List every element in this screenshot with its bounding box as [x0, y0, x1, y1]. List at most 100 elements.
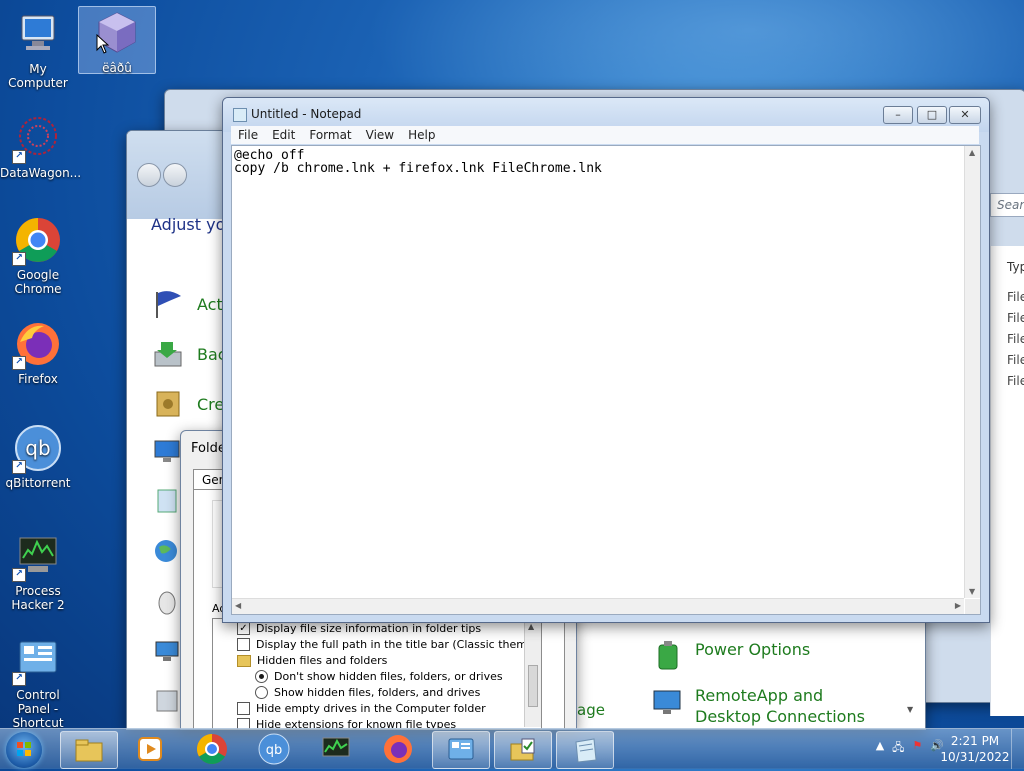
- checkbox[interactable]: [237, 638, 250, 651]
- taskbar-qbittorrent[interactable]: qb: [246, 731, 302, 767]
- flag-icon: [151, 288, 185, 320]
- scroll-down-arrow[interactable]: ▼: [969, 587, 975, 596]
- explorer-search-input[interactable]: Searc: [990, 193, 1024, 217]
- firefox-icon: [384, 735, 412, 763]
- control-panel-icon: ↗: [12, 636, 62, 686]
- desktop-icon-process-hacker[interactable]: ↗ Process Hacker 2: [0, 530, 76, 612]
- menu-file[interactable]: File: [231, 126, 265, 144]
- clock-time: 2:21 PM: [950, 734, 1000, 748]
- advanced-settings-list[interactable]: ✓ Display file size information in folder…: [212, 618, 542, 730]
- chrome-icon: [196, 734, 227, 765]
- file-type-cell: File: [1007, 353, 1024, 367]
- menu-edit[interactable]: Edit: [265, 126, 302, 144]
- windows-logo-icon: [17, 742, 31, 756]
- network-icon[interactable]: 🖧: [892, 739, 904, 758]
- notepad-window[interactable]: Untitled - Notepad – □ ✕ File Edit Forma…: [222, 97, 990, 623]
- desktop-icon-qbittorrent[interactable]: qb ↗ qBittorrent: [0, 422, 76, 490]
- vertical-scrollbar[interactable]: ▲ ▼: [964, 146, 980, 598]
- taskbar-notepad[interactable]: [556, 731, 614, 769]
- cp-item-partial[interactable]: age: [577, 701, 605, 719]
- menu-bar: File Edit Format View Help: [231, 126, 979, 144]
- close-button[interactable]: ✕: [949, 106, 981, 124]
- scroll-up-arrow[interactable]: ▲: [969, 148, 975, 157]
- taskbar-process-hacker[interactable]: [308, 731, 364, 767]
- folder-icon: [237, 654, 251, 667]
- horizontal-scrollbar[interactable]: ◀ ▶: [232, 598, 964, 614]
- radio-selected[interactable]: [255, 670, 268, 683]
- scroll-left-arrow[interactable]: ◀: [235, 601, 241, 610]
- desktop-icon-google-chrome[interactable]: ↗ Google Chrome: [0, 214, 76, 296]
- setting-full-path[interactable]: Display the full path in the title bar (…: [237, 638, 541, 651]
- control-panel-icon: [448, 738, 474, 760]
- radio[interactable]: [255, 686, 268, 699]
- qbittorrent-icon: qb: [258, 733, 290, 765]
- cp-item-label[interactable]: RemoteApp and Desktop Connections: [695, 685, 891, 727]
- setting-show-hidden[interactable]: Show hidden files, folders, and drives: [255, 686, 480, 699]
- show-hidden-icons-icon[interactable]: ▲: [876, 739, 884, 758]
- taskbar-firefox[interactable]: [370, 731, 426, 767]
- cp-item-credential[interactable]: Cre: [151, 387, 224, 421]
- menu-format[interactable]: Format: [302, 126, 358, 144]
- scroll-right-arrow[interactable]: ▶: [955, 601, 961, 610]
- qbittorrent-icon: qb ↗: [12, 424, 62, 474]
- cp-item-label[interactable]: Power Options: [695, 639, 810, 660]
- text-editor-area[interactable]: @echo off copy /b chrome.lnk + firefox.l…: [231, 145, 981, 615]
- scroll-down-arrow[interactable]: ▼: [907, 705, 913, 714]
- mouse-cursor-icon: [96, 34, 110, 54]
- shortcut-arrow-icon: ↗: [12, 672, 26, 686]
- cp-item-action-center[interactable]: Acti: [151, 287, 227, 321]
- dialog-title: Folde: [191, 441, 226, 456]
- taskbar-file-explorer[interactable]: [60, 731, 118, 769]
- firefox-icon: ↗: [12, 320, 62, 370]
- shortcut-arrow-icon: ↗: [12, 460, 26, 474]
- back-button[interactable]: [137, 163, 161, 187]
- desktop-icon-file[interactable]: ëâðû: [78, 6, 156, 75]
- media-player-icon: [138, 737, 162, 761]
- desktop-icon-label: Process Hacker 2: [11, 584, 65, 612]
- desktop-icon-label: Google Chrome: [14, 268, 62, 296]
- column-header-type[interactable]: Typ: [1007, 260, 1024, 274]
- taskbar-control-panel[interactable]: [432, 731, 490, 769]
- desktop-icon-control-panel-shortcut[interactable]: ↗ Control Panel - Shortcut: [0, 634, 76, 730]
- desktop-icon-my-computer[interactable]: My Computer: [0, 8, 76, 90]
- maximize-button[interactable]: □: [917, 106, 947, 124]
- notepad-icon: [575, 738, 597, 763]
- cp-item-remoteapp[interactable]: RemoteApp and Desktop Connections: [651, 685, 891, 727]
- taskbar-google-chrome[interactable]: [184, 731, 240, 767]
- shortcut-arrow-icon: ↗: [12, 356, 26, 370]
- setting-label: Hide empty drives in the Computer folder: [256, 702, 486, 715]
- editor-content[interactable]: @echo off copy /b chrome.lnk + firefox.l…: [234, 149, 602, 175]
- scrollbar-thumb[interactable]: [528, 665, 538, 707]
- cp-item-label[interactable]: Cre: [197, 395, 224, 414]
- minimize-button[interactable]: –: [883, 106, 913, 124]
- action-center-flag-icon[interactable]: ⚑: [912, 739, 922, 758]
- menu-help[interactable]: Help: [401, 126, 442, 144]
- taskbar-folder-options[interactable]: [494, 731, 552, 769]
- cp-item-power-options[interactable]: Power Options: [651, 639, 810, 673]
- folder-options-icon: [510, 738, 535, 761]
- desktop-icon-label: ëâðû: [102, 61, 132, 75]
- show-desktop-button[interactable]: [1011, 729, 1024, 769]
- desktop-icon-firefox[interactable]: ↗ Firefox: [0, 318, 76, 386]
- system-clock[interactable]: 2:21 PM 10/31/2022: [940, 733, 1010, 765]
- mouse-icon: [153, 587, 181, 615]
- menu-view[interactable]: View: [359, 126, 401, 144]
- settings-scrollbar[interactable]: ▲: [524, 619, 541, 727]
- svg-text:qb: qb: [25, 436, 50, 460]
- setting-hide-empty-drives[interactable]: Hide empty drives in the Computer folder: [237, 702, 486, 715]
- start-button[interactable]: [6, 732, 42, 768]
- globe-icon: [153, 537, 181, 565]
- setting-display-file-size[interactable]: ✓ Display file size information in folder…: [237, 622, 481, 635]
- window-title: Untitled - Notepad: [251, 107, 362, 121]
- setting-dont-show-hidden[interactable]: Don't show hidden files, folders, or dri…: [255, 670, 503, 683]
- file-type-cell: File: [1007, 332, 1024, 346]
- desktop-icon-label: Firefox: [18, 372, 58, 386]
- desktop-icon-datawagon[interactable]: ↗ DataWagon...: [0, 112, 81, 180]
- navigation-buttons: [137, 163, 189, 190]
- forward-button[interactable]: [163, 163, 187, 187]
- checkbox-checked[interactable]: ✓: [237, 622, 250, 635]
- chrome-icon: ↗: [12, 216, 62, 266]
- scroll-up-arrow[interactable]: ▲: [528, 622, 534, 631]
- taskbar-media-player[interactable]: [122, 731, 178, 767]
- checkbox[interactable]: [237, 702, 250, 715]
